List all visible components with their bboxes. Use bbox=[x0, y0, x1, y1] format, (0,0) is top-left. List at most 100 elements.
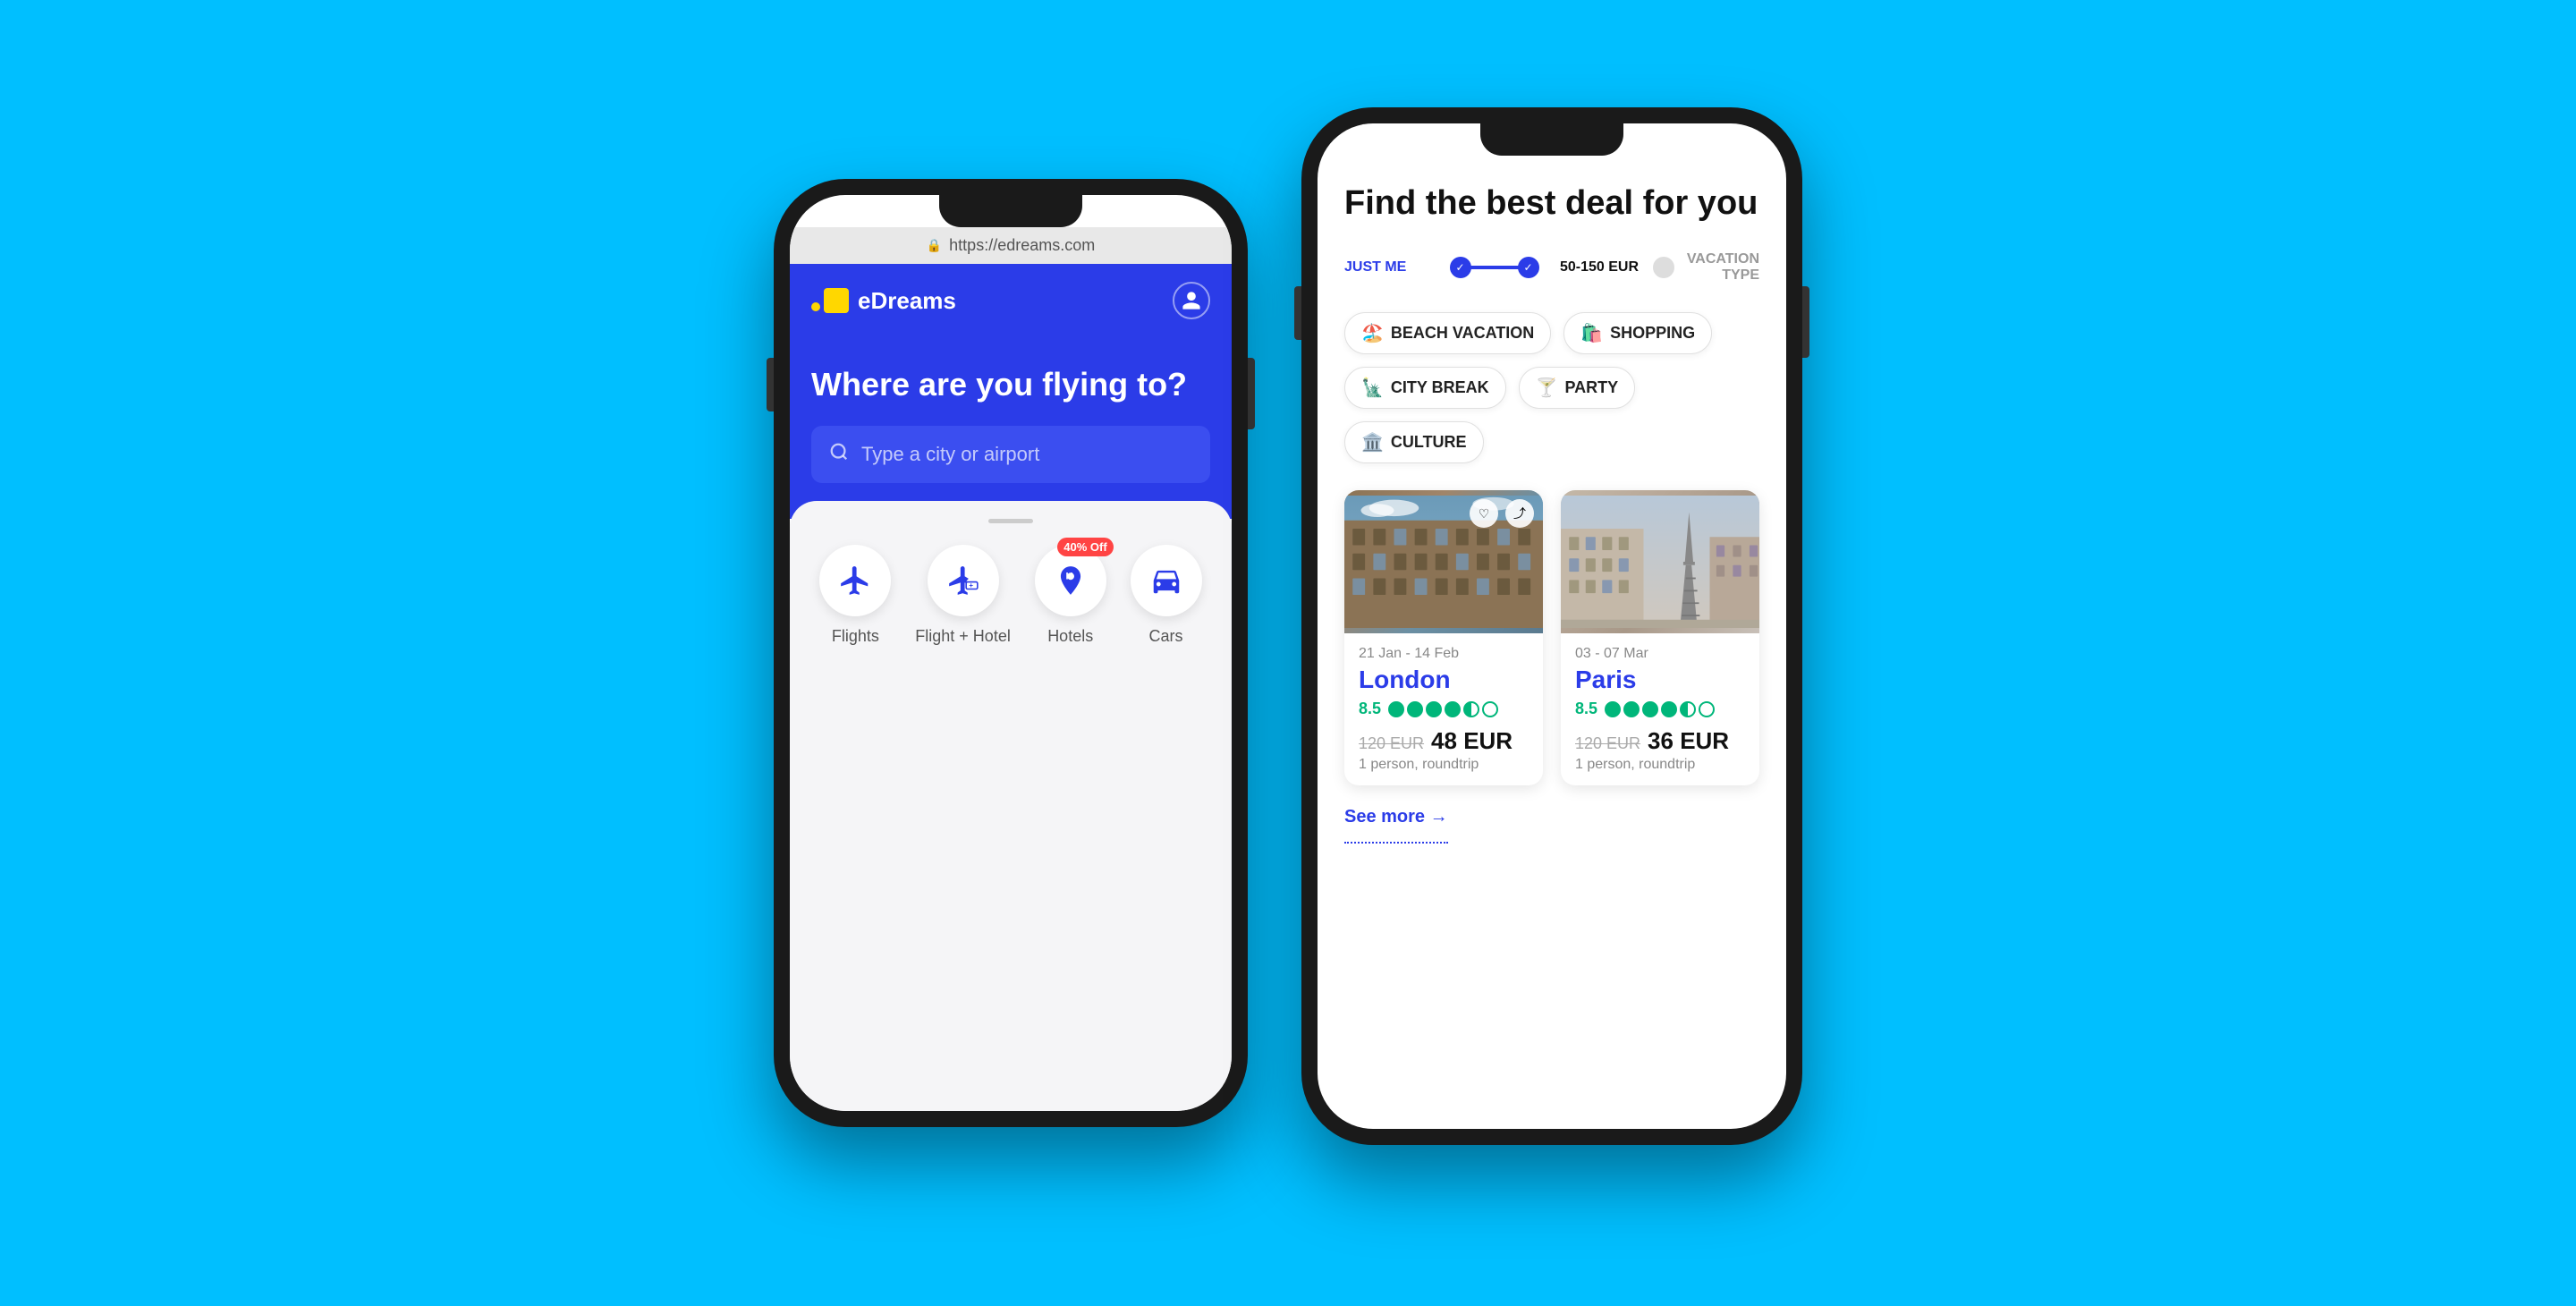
beach-icon: 🏖️ bbox=[1361, 322, 1384, 344]
flights-icon-circle bbox=[819, 545, 891, 616]
filter-circle bbox=[1653, 257, 1674, 278]
left-phone: 🔒 https://edreams.com eDreams bbox=[774, 179, 1248, 1127]
app-header: eDreams bbox=[790, 264, 1232, 337]
vacation-chips: 🏖️ BEACH VACATION 🛍️ SHOPPING 🗽 CITY BRE… bbox=[1344, 312, 1759, 463]
paris-score: 8.5 bbox=[1575, 700, 1597, 718]
star-4 bbox=[1445, 701, 1461, 717]
chip-culture[interactable]: 🏛️ CULTURE bbox=[1344, 421, 1484, 463]
hotels-icon-circle: 40% Off H bbox=[1035, 545, 1106, 616]
drag-handle bbox=[988, 519, 1033, 523]
chip-culture-label: CULTURE bbox=[1391, 433, 1467, 452]
user-avatar-button[interactable] bbox=[1173, 282, 1210, 319]
london-actions: ♡ ⤴ bbox=[1470, 499, 1534, 528]
slider-container[interactable]: ✓ ✓ bbox=[1452, 255, 1537, 280]
london-stars bbox=[1388, 701, 1498, 717]
tabs-row: Flights + bbox=[808, 545, 1214, 646]
check-icon: ✓ bbox=[1455, 261, 1464, 274]
url-bar: 🔒 https://edreams.com bbox=[790, 227, 1232, 264]
bottom-section: Flights + bbox=[790, 501, 1232, 1111]
lock-icon: 🔒 bbox=[927, 238, 942, 253]
check-icon-right: ✓ bbox=[1523, 261, 1532, 274]
deals-grid: ♡ ⤴ 21 Jan - 14 Feb London 8.5 bbox=[1344, 490, 1759, 785]
paris-stars bbox=[1605, 701, 1715, 717]
paris-dates: 03 - 07 Mar bbox=[1575, 646, 1745, 662]
right-screen: Find the best deal for you JUST ME ✓ bbox=[1318, 123, 1786, 1129]
chip-beach-vacation[interactable]: 🏖️ BEACH VACATION bbox=[1344, 312, 1551, 354]
city-icon: 🗽 bbox=[1361, 377, 1384, 399]
cars-icon-circle bbox=[1131, 545, 1202, 616]
london-current-price: 48 EUR bbox=[1431, 727, 1513, 755]
filter-label-vacation: VACATION TYPE bbox=[1674, 251, 1759, 284]
see-more-link[interactable]: See more → bbox=[1344, 807, 1448, 844]
star-6 bbox=[1482, 701, 1498, 717]
flight-hotel-icon-circle: + bbox=[928, 545, 999, 616]
tab-hotels[interactable]: 40% Off H Hotels bbox=[1035, 545, 1106, 646]
slider-thumb-left[interactable]: ✓ bbox=[1450, 257, 1471, 278]
london-share-btn[interactable]: ⤴ bbox=[1505, 499, 1534, 528]
slider-thumb-right[interactable]: ✓ bbox=[1518, 257, 1539, 278]
logo: eDreams bbox=[811, 287, 956, 315]
london-dates: 21 Jan - 14 Feb bbox=[1359, 646, 1529, 662]
paris-price-note: 1 person, roundtrip bbox=[1575, 757, 1745, 773]
london-price-row: 120 EUR 48 EUR bbox=[1359, 727, 1529, 755]
search-placeholder: Type a city or airport bbox=[861, 443, 1039, 466]
shopping-icon: 🛍️ bbox=[1580, 322, 1603, 344]
pstar-5 bbox=[1680, 701, 1696, 717]
london-score: 8.5 bbox=[1359, 700, 1381, 718]
pstar-2 bbox=[1623, 701, 1640, 717]
search-icon bbox=[829, 442, 849, 467]
flight-hotel-label: Flight + Hotel bbox=[915, 627, 1011, 646]
paris-info: 03 - 07 Mar Paris 8.5 bbox=[1561, 633, 1759, 785]
deal-card-paris[interactable]: 03 - 07 Mar Paris 8.5 bbox=[1561, 490, 1759, 785]
paris-price-row: 120 EUR 36 EUR bbox=[1575, 727, 1745, 755]
logo-square bbox=[824, 288, 849, 313]
chip-shopping[interactable]: 🛍️ SHOPPING bbox=[1563, 312, 1712, 354]
london-heart-btn[interactable]: ♡ bbox=[1470, 499, 1498, 528]
star-1 bbox=[1388, 701, 1404, 717]
notch bbox=[939, 195, 1082, 227]
culture-icon: 🏛️ bbox=[1361, 431, 1384, 454]
chip-beach-label: BEACH VACATION bbox=[1391, 324, 1534, 343]
right-content: Find the best deal for you JUST ME ✓ bbox=[1318, 156, 1786, 1129]
chip-shopping-label: SHOPPING bbox=[1610, 324, 1695, 343]
pstar-6 bbox=[1699, 701, 1715, 717]
star-2 bbox=[1407, 701, 1423, 717]
london-rating: 8.5 bbox=[1359, 700, 1529, 718]
chip-city-label: CITY BREAK bbox=[1391, 378, 1489, 397]
hero-title: Where are you flying to? bbox=[811, 364, 1210, 404]
tab-cars[interactable]: Cars bbox=[1131, 545, 1202, 646]
london-image: ♡ ⤴ bbox=[1344, 490, 1543, 633]
star-3 bbox=[1426, 701, 1442, 717]
logo-text: eDreams bbox=[858, 287, 956, 315]
london-city: London bbox=[1359, 666, 1529, 694]
phones-container: 🔒 https://edreams.com eDreams bbox=[774, 161, 1802, 1145]
hotels-badge: 40% Off bbox=[1057, 538, 1113, 556]
right-phone: Find the best deal for you JUST ME ✓ bbox=[1301, 107, 1802, 1145]
filter-row: JUST ME ✓ ✓ bbox=[1344, 251, 1759, 284]
svg-text:H: H bbox=[1065, 571, 1072, 581]
tab-flights[interactable]: Flights bbox=[819, 545, 891, 646]
search-bar[interactable]: Type a city or airport bbox=[811, 426, 1210, 483]
filter-label-just-me: JUST ME bbox=[1344, 259, 1443, 276]
chip-city-break[interactable]: 🗽 CITY BREAK bbox=[1344, 367, 1506, 409]
hero-section: Where are you flying to? Type a city or … bbox=[790, 337, 1232, 519]
party-icon: 🍸 bbox=[1536, 377, 1558, 399]
page-title: Find the best deal for you bbox=[1344, 184, 1759, 223]
paris-original-price: 120 EUR bbox=[1575, 734, 1640, 753]
see-more-text: See more → bbox=[1344, 807, 1448, 827]
london-info: 21 Jan - 14 Feb London 8.5 bbox=[1344, 633, 1543, 785]
pstar-4 bbox=[1661, 701, 1677, 717]
url-text: https://edreams.com bbox=[949, 236, 1095, 255]
deal-card-london[interactable]: ♡ ⤴ 21 Jan - 14 Feb London 8.5 bbox=[1344, 490, 1543, 785]
filter-label-price: 50-150 EUR bbox=[1546, 259, 1653, 276]
paris-rating: 8.5 bbox=[1575, 700, 1745, 718]
slider-track: ✓ ✓ bbox=[1452, 266, 1537, 269]
paris-current-price: 36 EUR bbox=[1648, 727, 1729, 755]
london-price-note: 1 person, roundtrip bbox=[1359, 757, 1529, 773]
pstar-1 bbox=[1605, 701, 1621, 717]
chip-party[interactable]: 🍸 PARTY bbox=[1519, 367, 1636, 409]
paris-city: Paris bbox=[1575, 666, 1745, 694]
london-original-price: 120 EUR bbox=[1359, 734, 1424, 753]
right-notch bbox=[1480, 123, 1623, 156]
tab-flight-hotel[interactable]: + Flight + Hotel bbox=[915, 545, 1011, 646]
